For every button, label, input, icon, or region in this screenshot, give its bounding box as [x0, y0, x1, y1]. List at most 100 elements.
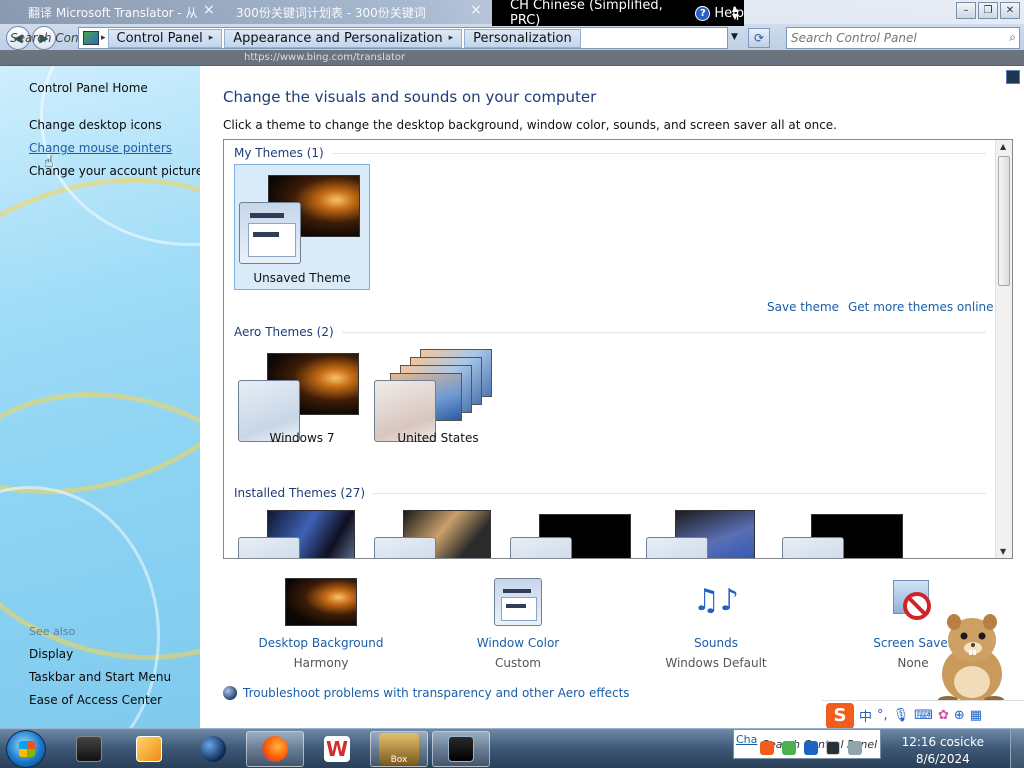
taskbar-control-panel[interactable]: [432, 731, 490, 767]
ime-tray-icon[interactable]: [760, 741, 774, 755]
taskbar-wps[interactable]: W: [308, 731, 366, 767]
start-button[interactable]: [6, 730, 46, 768]
close-button[interactable]: ✕: [1000, 2, 1020, 19]
taskbar-media-player[interactable]: [120, 731, 178, 767]
sogou-ime-logo-icon[interactable]: S: [826, 702, 854, 729]
group-header-aero-themes[interactable]: Aero Themes (2): [234, 325, 986, 339]
display-link[interactable]: Display: [29, 647, 171, 661]
window-color-link[interactable]: Window Color: [443, 636, 593, 650]
ghost-search-text: Search Con: [10, 31, 79, 45]
breadcrumb-personalization[interactable]: Personalization: [464, 28, 581, 48]
change-desktop-icons-link[interactable]: Change desktop icons: [29, 118, 200, 132]
system-tray: [760, 741, 862, 755]
get-more-themes-link[interactable]: Get more themes online: [848, 300, 994, 314]
scroll-up-icon[interactable]: ▲: [1000, 142, 1006, 151]
control-panel-icon: [83, 31, 99, 45]
wps-icon: W: [324, 736, 350, 762]
theme-united-states[interactable]: United States: [370, 343, 506, 469]
hand-cursor-icon: ☝: [44, 152, 54, 171]
theme-label: Windows 7: [269, 431, 335, 445]
display-tray-icon[interactable]: [826, 741, 840, 755]
troubleshoot-link[interactable]: Troubleshoot problems with transparency …: [243, 686, 630, 700]
scroll-down-icon[interactable]: ▼: [1000, 547, 1006, 556]
installed-theme-3[interactable]: [506, 500, 642, 558]
volume-tray-icon[interactable]: [848, 741, 862, 755]
save-theme-link[interactable]: Save theme: [767, 300, 839, 314]
theme-windows-7[interactable]: Windows 7: [234, 343, 370, 469]
music-notes-icon: ♫♪: [692, 583, 740, 618]
chevron-down-icon[interactable]: ▼: [731, 32, 738, 42]
page-title: Change the visuals and sounds on your co…: [223, 88, 597, 106]
close-icon[interactable]: ×: [203, 2, 215, 18]
network-tray-icon[interactable]: [804, 741, 818, 755]
taskbar-start-menu-link[interactable]: Taskbar and Start Menu: [29, 670, 171, 684]
language-bar[interactable]: CH Chinese (Simplified, PRC) ? Help ▲ ▼: [492, 0, 744, 28]
help-icon[interactable]: [1006, 70, 1020, 84]
maximize-button[interactable]: ❐: [978, 2, 998, 19]
preview-tag: Cha: [736, 733, 758, 746]
breadcrumb-control-panel[interactable]: Control Panel ▸: [107, 28, 223, 48]
ease-of-access-link[interactable]: Ease of Access Center: [29, 693, 171, 707]
installed-theme-4[interactable]: [642, 500, 778, 558]
clock-date: 8/6/2024: [915, 752, 970, 766]
game-box-icon: Box: [379, 733, 419, 765]
language-bar-options-icon[interactable]: ▲ ▼: [732, 5, 738, 21]
change-account-picture-link[interactable]: Change your account picture: [29, 164, 200, 178]
address-bar[interactable]: ▸ Control Panel ▸ Appearance and Persona…: [78, 27, 728, 49]
ghost-url: https://www.bing.com/translator: [244, 52, 406, 63]
minimize-button[interactable]: –: [956, 2, 976, 19]
desktop-background-link[interactable]: Desktop Background: [246, 636, 396, 650]
refresh-icon[interactable]: ⟳: [748, 28, 770, 48]
group-header-my-themes[interactable]: My Themes (1): [234, 146, 986, 160]
theme-list-scrollbar[interactable]: ▲ ▼: [995, 140, 1012, 558]
window-color-value: Custom: [495, 656, 541, 670]
search-box[interactable]: ⌕: [786, 27, 1020, 49]
grid-menu-icon[interactable]: ▦: [970, 708, 982, 723]
taskbar-game[interactable]: Box: [370, 731, 428, 767]
close-icon[interactable]: ×: [470, 2, 482, 18]
hamster-mascot-icon[interactable]: [920, 604, 1020, 704]
breadcrumb-appearance[interactable]: Appearance and Personalization ▸: [224, 28, 463, 48]
taskbar-network[interactable]: [184, 731, 242, 767]
language-indicator[interactable]: CH Chinese (Simplified, PRC): [510, 0, 681, 28]
task-links: Control Panel Home Change desktop icons …: [29, 81, 200, 187]
skin-icon[interactable]: ✿: [938, 708, 949, 723]
installed-theme-2[interactable]: [370, 500, 506, 558]
chevron-right-icon[interactable]: ▸: [101, 33, 106, 43]
security-tray-icon[interactable]: [782, 741, 796, 755]
gamepad-icon[interactable]: ⊕: [954, 708, 965, 723]
installed-theme-5[interactable]: [778, 500, 914, 558]
clock[interactable]: 12:16 cosicke 8/6/2024: [902, 734, 984, 768]
ghost-browser-toolbar: https://www.bing.com/translator: [0, 50, 1024, 66]
page-description: Click a theme to change the desktop back…: [223, 118, 837, 132]
desktop-background-value: Harmony: [293, 656, 349, 670]
control-panel-home-link[interactable]: Control Panel Home: [29, 81, 200, 95]
ime-punctuation-toggle[interactable]: °,: [877, 708, 888, 723]
search-input[interactable]: [787, 28, 987, 48]
ime-mode-toggle[interactable]: 中: [859, 706, 872, 725]
scrollbar-thumb[interactable]: [998, 156, 1010, 286]
search-icon[interactable]: ⌕: [1009, 30, 1016, 45]
change-mouse-pointers-link[interactable]: Change mouse pointers: [29, 141, 200, 155]
control-panel-window-icon: [448, 736, 474, 762]
theme-unsaved[interactable]: Unsaved Theme: [234, 164, 370, 290]
installed-theme-1[interactable]: [234, 500, 370, 558]
media-player-icon: [136, 736, 162, 762]
taskbar-firefox[interactable]: [246, 731, 304, 767]
sounds-setting[interactable]: ♫♪ Sounds Windows Default: [641, 578, 791, 670]
theme-label: Unsaved Theme: [253, 271, 351, 285]
theme-list[interactable]: My Themes (1) Unsaved Theme Save theme G…: [223, 139, 1013, 559]
show-desktop-button[interactable]: [1010, 729, 1024, 768]
taskbar-explorer[interactable]: [60, 731, 118, 767]
microphone-icon[interactable]: 🎙: [893, 708, 910, 723]
group-header-installed-themes[interactable]: Installed Themes (27): [234, 486, 986, 500]
desktop-background-setting[interactable]: Desktop Background Harmony: [246, 578, 396, 670]
help-label: Help: [714, 5, 744, 21]
chevron-right-icon: ▸: [208, 33, 214, 43]
keyboard-icon[interactable]: ⌨: [914, 708, 933, 723]
ime-toolbar[interactable]: S 中 °, 🎙 ⌨ ✿ ⊕ ▦: [822, 700, 1024, 730]
taskbar: W Box Cha Search Control Panel 12:16 cos…: [0, 728, 1024, 768]
sounds-link[interactable]: Sounds: [641, 636, 791, 650]
ghost-tab-title-2: 300份关键词计划表 - 300份关键词: [236, 6, 426, 20]
window-color-setting[interactable]: Window Color Custom: [443, 578, 593, 670]
